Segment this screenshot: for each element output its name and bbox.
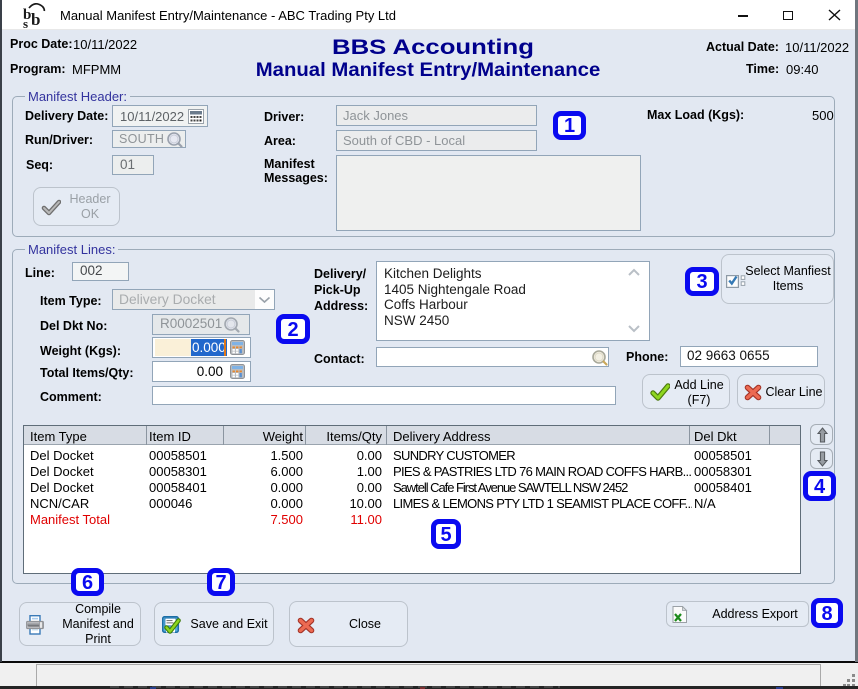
svg-text:b: b xyxy=(31,10,40,28)
svg-text:s: s xyxy=(23,16,28,28)
